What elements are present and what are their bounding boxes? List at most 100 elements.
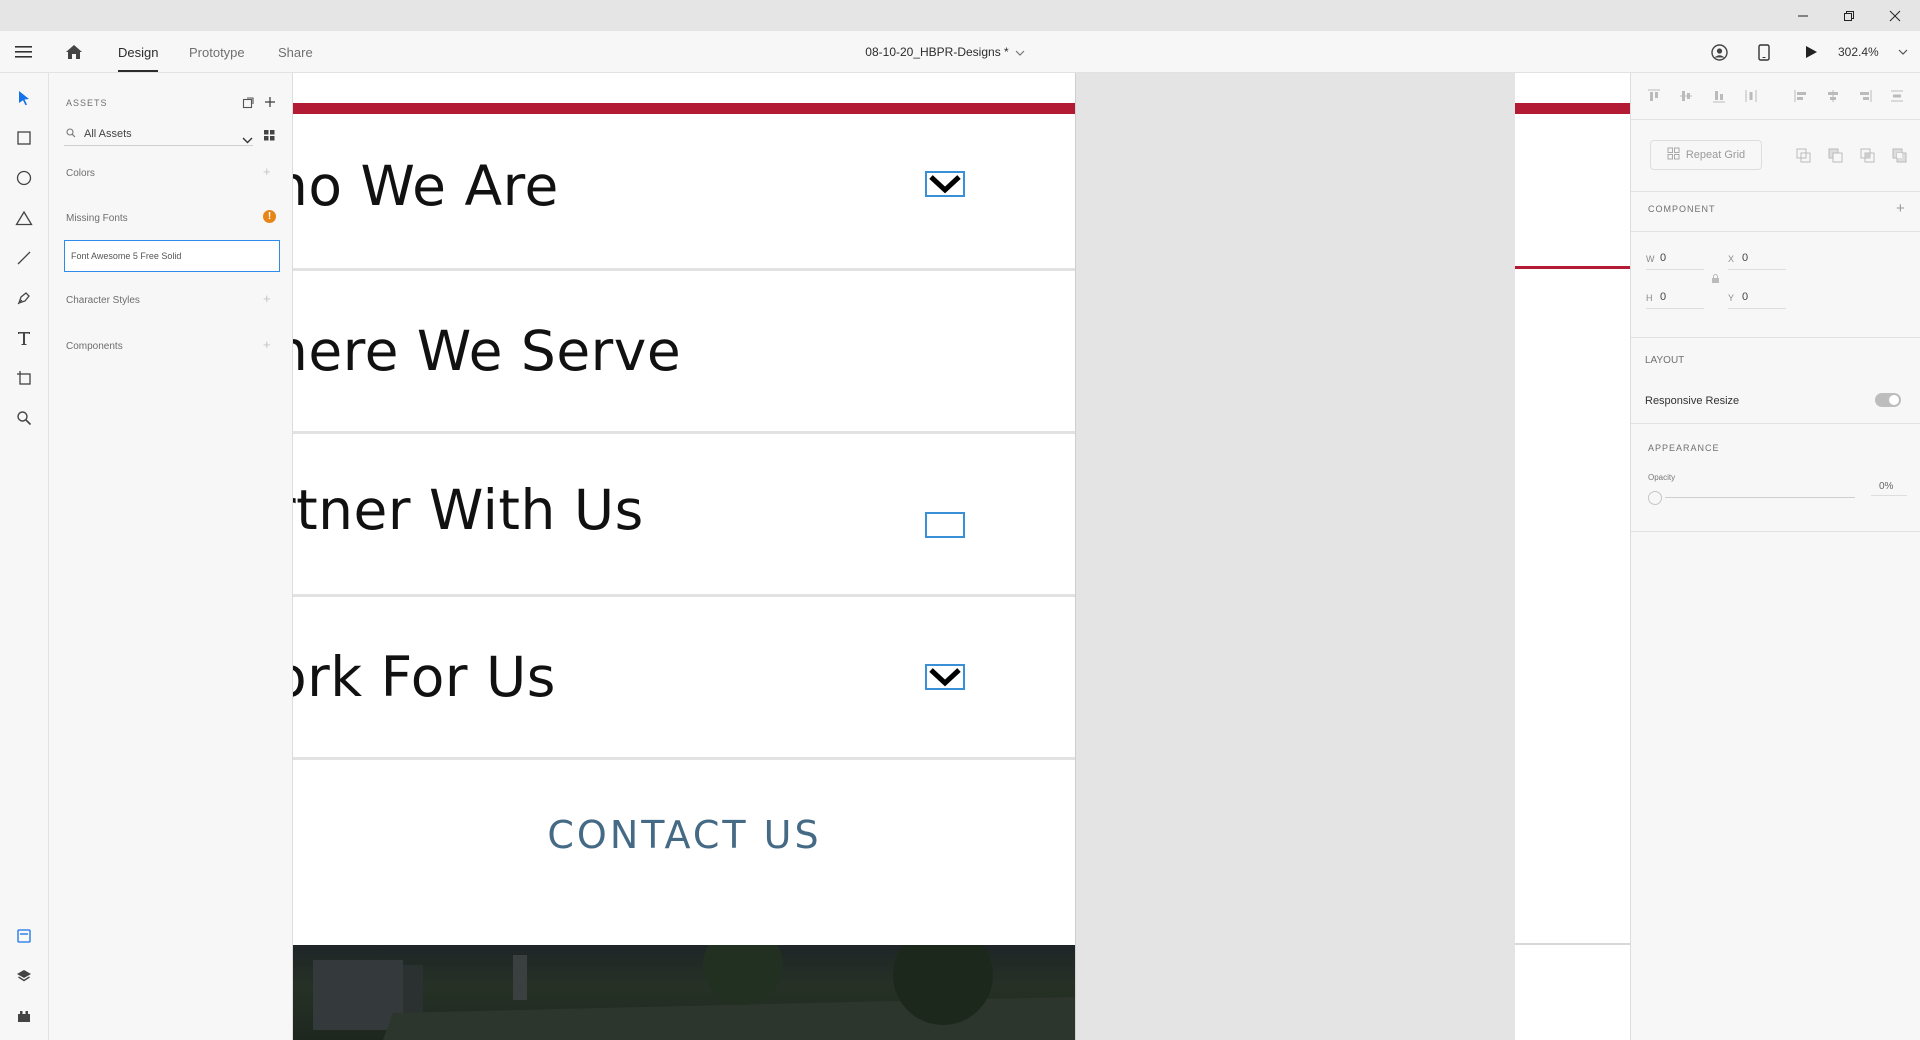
opacity-label: Opacity [1648,473,1676,482]
play-preview-icon[interactable] [1805,31,1818,73]
align-center-icon[interactable] [1825,88,1841,104]
zoom-tool-icon[interactable] [12,406,36,430]
appearance-section-label: APPEARANCE [1648,443,1720,453]
height-label: H [1646,293,1653,303]
divider [1631,423,1920,424]
divider [1631,119,1920,120]
boolean-exclude-icon[interactable] [1892,148,1907,168]
divider [1631,337,1920,338]
add-component-icon[interactable]: + [1896,200,1905,217]
boolean-intersect-icon[interactable] [1860,148,1875,168]
height-value: 0 [1660,291,1667,303]
opacity-slider-track[interactable] [1665,497,1855,498]
missing-fonts-label: Missing Fonts [66,213,128,224]
grid-view-icon[interactable] [264,128,275,146]
properties-panel: Repeat Grid COMPONENT + W 0 X 0 H 0 Y 0 … [1630,73,1920,1040]
add-character-style-icon[interactable]: + [263,291,271,306]
character-styles-label: Character Styles [66,295,140,306]
search-icon [66,125,76,143]
opacity-value[interactable]: 0% [1871,481,1907,496]
divider [1631,231,1920,232]
chevron-down-icon[interactable] [242,131,253,149]
add-asset-icon[interactable] [264,95,276,113]
distribute-vertical-icon[interactable] [1743,88,1759,104]
x-label: X [1728,254,1735,264]
chevron-down-icon[interactable] [925,171,965,197]
colors-section-label: Colors [66,168,95,179]
add-component-icon[interactable]: + [263,337,271,352]
artboard-secondary[interactable] [1515,73,1630,1040]
divider [1631,531,1920,532]
repeat-grid-button[interactable]: Repeat Grid [1650,140,1762,170]
restore-icon[interactable] [1826,0,1872,31]
assets-panel: ASSETS All Assets Colors + Missing Fonts… [49,73,293,1040]
text-tool-icon[interactable] [12,326,36,350]
component-section-label: COMPONENT [1648,204,1716,214]
assets-filter[interactable]: All Assets [64,122,253,146]
divider-line [1515,943,1630,945]
responsive-resize-toggle[interactable] [1875,393,1901,407]
menu-bar: Design Prototype Share 08-10-20_HBPR-Des… [0,31,1920,73]
opacity-slider-knob[interactable] [1648,491,1662,505]
accordion-section[interactable]: here We Serve [293,271,1075,434]
open-library-icon[interactable] [242,96,254,114]
select-tool-icon[interactable] [12,86,36,110]
plugins-panel-icon[interactable] [12,1004,36,1028]
accordion-section[interactable]: ho We Are [293,114,1075,271]
accordion-section[interactable]: ork For Us [293,597,1075,760]
y-field[interactable]: Y 0 [1728,289,1786,309]
assets-filter-label: All Assets [84,127,132,140]
document-title-text[interactable]: 08-10-20_HBPR-Designs * [865,45,1008,59]
repeat-grid-icon [1667,147,1680,163]
contact-us-link[interactable]: CONTACT US [293,813,1075,857]
align-bottom-icon[interactable] [1711,88,1727,104]
align-middle-icon[interactable] [1678,88,1694,104]
x-field[interactable]: X 0 [1728,250,1786,270]
width-label: W [1646,254,1655,264]
section-title: here We Serve [293,319,682,383]
user-icon[interactable] [1711,31,1728,73]
window-titlebar [0,0,1920,31]
width-field[interactable]: W 0 [1646,250,1704,270]
close-icon[interactable] [1872,0,1918,31]
boolean-subtract-icon[interactable] [1828,148,1843,168]
ellipse-tool-icon[interactable] [12,166,36,190]
pen-tool-icon[interactable] [12,286,36,310]
zoom-chevron-down-icon[interactable] [1898,31,1908,73]
chevron-down-icon[interactable] [925,664,965,690]
design-canvas[interactable]: ho We Are here We Serve rtner With Us or… [293,73,1630,1040]
boolean-add-icon[interactable] [1796,148,1811,168]
rectangle-tool-icon[interactable] [12,126,36,150]
artboard-main[interactable]: ho We Are here We Serve rtner With Us or… [293,73,1076,1040]
accordion-section[interactable]: rtner With Us [293,434,1075,597]
align-top-icon[interactable] [1646,88,1662,104]
add-color-icon[interactable]: + [263,164,271,179]
artboard-tool-icon[interactable] [12,366,36,390]
mobile-preview-icon[interactable] [1758,31,1770,73]
chevron-placeholder-icon[interactable] [925,512,965,538]
section-title: ork For Us [293,645,556,709]
align-left-icon[interactable] [1793,88,1809,104]
repeat-grid-label: Repeat Grid [1685,149,1746,161]
height-field[interactable]: H 0 [1646,289,1704,309]
header-accent-bar [1515,103,1630,114]
missing-font-item[interactable]: Font Awesome 5 Free Solid [64,240,280,272]
distribute-horizontal-icon[interactable] [1889,88,1905,104]
section-title: rtner With Us [293,478,644,542]
layers-panel-icon[interactable] [12,964,36,988]
assets-panel-icon[interactable] [12,924,36,948]
polygon-tool-icon[interactable] [12,206,36,230]
assets-header: ASSETS [66,98,108,108]
minimize-icon[interactable] [1780,0,1826,31]
align-right-icon[interactable] [1857,88,1873,104]
width-value: 0 [1660,252,1667,264]
zoom-level[interactable]: 302.4% [1838,31,1879,73]
warning-icon: ! [263,210,276,223]
section-title: ho We Are [293,154,559,218]
line-tool-icon[interactable] [12,246,36,270]
document-title: 08-10-20_HBPR-Designs * [0,31,1920,73]
responsive-resize-label: Responsive Resize [1645,395,1740,407]
chevron-down-icon[interactable] [1015,45,1025,59]
layout-section-label: LAYOUT [1645,355,1685,366]
lock-aspect-icon[interactable] [1711,271,1720,289]
